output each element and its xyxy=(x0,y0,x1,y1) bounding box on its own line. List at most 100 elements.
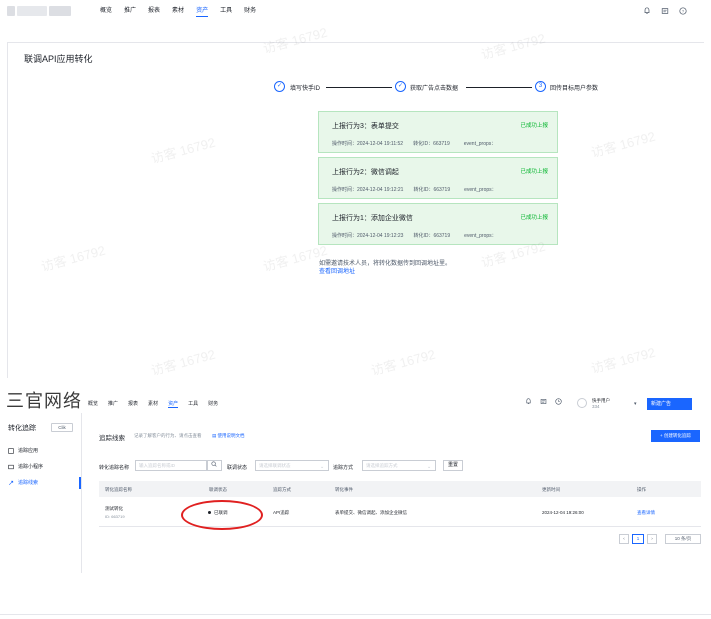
mini-program-icon xyxy=(8,464,14,469)
report-card: 上报行为2：微信调起 已成功上报 操作时间：2024-12-04 19:12:2… xyxy=(318,157,558,199)
card-status: 已成功上报 xyxy=(520,215,548,221)
document-icon: ▤ xyxy=(212,433,217,438)
card-title: 上报行为2：微信调起 xyxy=(332,169,399,176)
sidebar-item-leads[interactable]: 追踪线索 xyxy=(8,479,38,486)
nav-item-materials[interactable]: 素材 xyxy=(172,6,184,17)
table-header xyxy=(99,481,701,497)
col-header-status: 联调状态 xyxy=(209,487,227,492)
card-status: 已成功上报 xyxy=(520,123,548,129)
section-title: 追踪线索 xyxy=(99,435,125,442)
nav-item-reports[interactable]: 报表 xyxy=(128,400,138,408)
blurred-logo xyxy=(7,6,15,16)
row-updated: 2024-12-04 19:26:00 xyxy=(542,510,584,515)
name-search-input[interactable]: 输入追踪名称或ID xyxy=(135,460,207,471)
col-header-method: 追踪方式 xyxy=(273,487,291,492)
col-header-actions: 操作 xyxy=(637,487,646,492)
bell-icon[interactable] xyxy=(525,398,532,407)
card-meta: 操作时间：2024-12-04 19:12:23 转化ID：663719 event… xyxy=(332,233,497,239)
chevron-down-icon: ⌄ xyxy=(320,464,325,470)
step-connector xyxy=(326,87,392,88)
blurred-logo xyxy=(17,6,47,16)
doc-link[interactable]: ▤ 使用说明文档 xyxy=(212,433,245,439)
row-action-link[interactable]: 查看详情 xyxy=(637,510,655,516)
help-icon[interactable]: ? xyxy=(679,7,687,17)
card-title: 上报行为3：表单提交 xyxy=(332,123,399,130)
sidebar-item-label: 追踪线索 xyxy=(18,480,39,486)
step-3-label: 回传目标用户参数 xyxy=(550,86,599,92)
nav-item-overview[interactable]: 概览 xyxy=(100,6,112,17)
card-title: 上报行为1：添加企业微信 xyxy=(332,215,413,222)
step-progress: ✓ 填写快手ID ✓ 获取广告点击数据 3 回传目标用户参数 xyxy=(274,81,604,93)
sidebar-tag[interactable]: Clik xyxy=(51,423,73,432)
step-1-check-icon: ✓ xyxy=(274,81,285,92)
top-nav: 概览 推广 报表 素材 资产 工具 财务 xyxy=(100,6,256,17)
chevron-down-icon[interactable]: ▾ xyxy=(634,401,637,407)
col-header-name: 转化追踪名称 xyxy=(105,487,132,492)
app-icon xyxy=(8,447,14,454)
svg-text:?: ? xyxy=(682,9,685,14)
bell-icon[interactable] xyxy=(643,7,651,17)
new-ad-button[interactable]: 新建广告 xyxy=(647,398,692,410)
brand-watermark: 三官网络 xyxy=(6,391,82,412)
message-icon[interactable] xyxy=(540,398,547,407)
sidebar-item-apps[interactable]: 追踪应用 xyxy=(8,447,38,454)
nav-item-assets[interactable]: 资产 xyxy=(168,400,179,408)
table-row-divider xyxy=(99,526,701,527)
step-1-label: 填写快手ID xyxy=(290,86,321,92)
section-hint: 记录了解客户的行为、请点击查看 xyxy=(134,433,202,438)
step-2-check-icon: ✓ xyxy=(395,81,406,92)
nav-item-tools[interactable]: 工具 xyxy=(188,400,198,408)
step-3-number-icon: 3 xyxy=(535,81,546,92)
pager-next-icon[interactable]: › xyxy=(647,534,657,544)
bottom-top-nav: 概览 推广 报表 素材 资产 工具 财务 xyxy=(88,400,218,408)
col-header-updated[interactable]: 更新时间 xyxy=(542,487,560,493)
nav-item-finance[interactable]: 财务 xyxy=(244,6,256,17)
card-status: 已成功上报 xyxy=(520,169,548,175)
highlight-ellipse xyxy=(181,500,263,530)
bottom-header-icons xyxy=(525,398,562,407)
nav-item-promotion[interactable]: 推广 xyxy=(108,400,118,408)
pager-page-1[interactable]: 1 xyxy=(632,534,644,544)
bottom-divider xyxy=(0,614,711,615)
sidebar-item-mini-program[interactable]: 追踪小程序 xyxy=(8,463,43,470)
method-select[interactable]: 请选择追踪方式 xyxy=(362,460,436,471)
row-name: 测试转化 xyxy=(105,506,123,511)
step-2-label: 获取广告点击数据 xyxy=(410,86,459,92)
filter-label-method: 追踪方式 xyxy=(333,465,354,471)
nav-item-assets[interactable]: 资产 xyxy=(196,6,209,17)
avatar[interactable] xyxy=(577,398,587,408)
blurred-logo xyxy=(49,6,71,16)
col-header-events: 转化事件 xyxy=(335,487,353,492)
nav-item-finance[interactable]: 财务 xyxy=(208,400,218,408)
reset-button[interactable]: 重置 xyxy=(443,460,463,471)
sidebar-item-label: 追踪小程序 xyxy=(18,464,44,470)
top-icons: ? xyxy=(643,7,687,17)
step-connector xyxy=(466,87,532,88)
nav-item-tools[interactable]: 工具 xyxy=(220,6,232,17)
link-icon xyxy=(8,480,14,485)
clock-icon[interactable] xyxy=(555,398,562,407)
row-events: 表单提交、微信调起、添加企业微信 xyxy=(335,510,407,515)
nav-item-overview[interactable]: 概览 xyxy=(88,400,98,408)
chevron-down-icon: ⌄ xyxy=(427,464,432,470)
status-select[interactable]: 请选择联调状态 xyxy=(255,460,329,471)
callback-link[interactable]: 查看回调地址 xyxy=(319,266,355,275)
row-method: API追踪 xyxy=(273,510,290,515)
card-meta: 操作时间：2024-12-04 19:11:52 转化ID：663719 event… xyxy=(332,141,497,147)
filter-label-status: 联调状态 xyxy=(227,465,248,471)
nav-item-promotion[interactable]: 推广 xyxy=(124,6,136,17)
user-id: 334 xyxy=(592,404,600,409)
search-icon[interactable] xyxy=(207,460,222,471)
card-meta: 操作时间：2024-12-04 19:12:21 转化ID：663719 event… xyxy=(332,187,497,193)
report-card: 上报行为3：表单提交 已成功上报 操作时间：2024-12-04 19:11:5… xyxy=(318,111,558,153)
page-size-select[interactable]: 10 条/页 xyxy=(665,534,701,544)
sidebar-item-label: 追踪应用 xyxy=(18,448,39,454)
sidebar-title: 转化追踪 xyxy=(8,425,36,432)
create-tracking-button[interactable]: + 创建转化追踪 xyxy=(651,430,700,442)
message-icon[interactable] xyxy=(661,7,669,17)
sidebar-divider xyxy=(81,413,82,573)
nav-item-reports[interactable]: 报表 xyxy=(148,6,160,17)
nav-item-materials[interactable]: 素材 xyxy=(148,400,158,408)
filter-label-name: 转化追踪名称 xyxy=(99,465,130,471)
pager-prev-icon[interactable]: ‹ xyxy=(619,534,629,544)
